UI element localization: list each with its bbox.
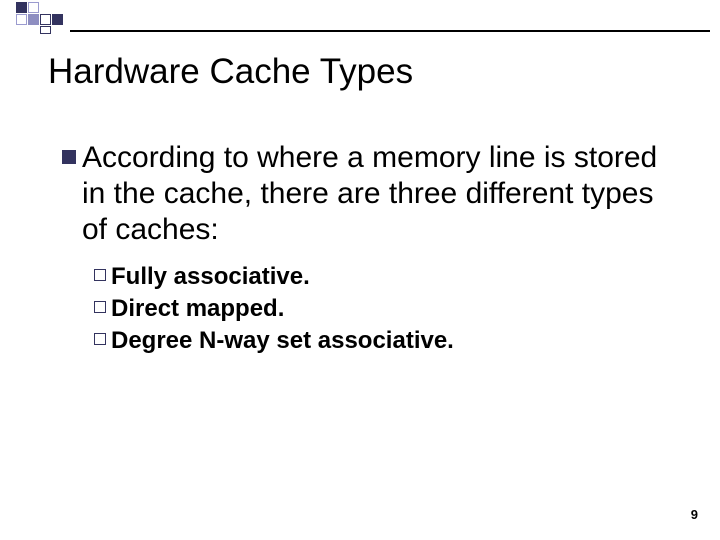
hollow-square-bullet-icon [94,269,106,281]
page-number: 9 [691,507,698,522]
bullet-level-1: According to where a memory line is stor… [62,140,672,248]
bullet-level-2: Fully associative. [94,262,672,292]
bullet-level-2: Degree N-way set associative. [94,326,672,356]
square-bullet-icon [62,150,76,164]
bullet-text: Fully associative. [111,262,310,292]
slide-title: Hardware Cache Types [48,52,413,92]
bullet-text: According to where a memory line is stor… [82,140,672,248]
bullet-text: Degree N-way set associative. [111,326,454,356]
hollow-square-bullet-icon [94,333,106,345]
bullet-level-2: Direct mapped. [94,294,672,324]
slide-corner-decoration [0,0,720,38]
slide-body: According to where a memory line is stor… [62,140,672,358]
hollow-square-bullet-icon [94,301,106,313]
bullet-text: Direct mapped. [111,294,284,324]
